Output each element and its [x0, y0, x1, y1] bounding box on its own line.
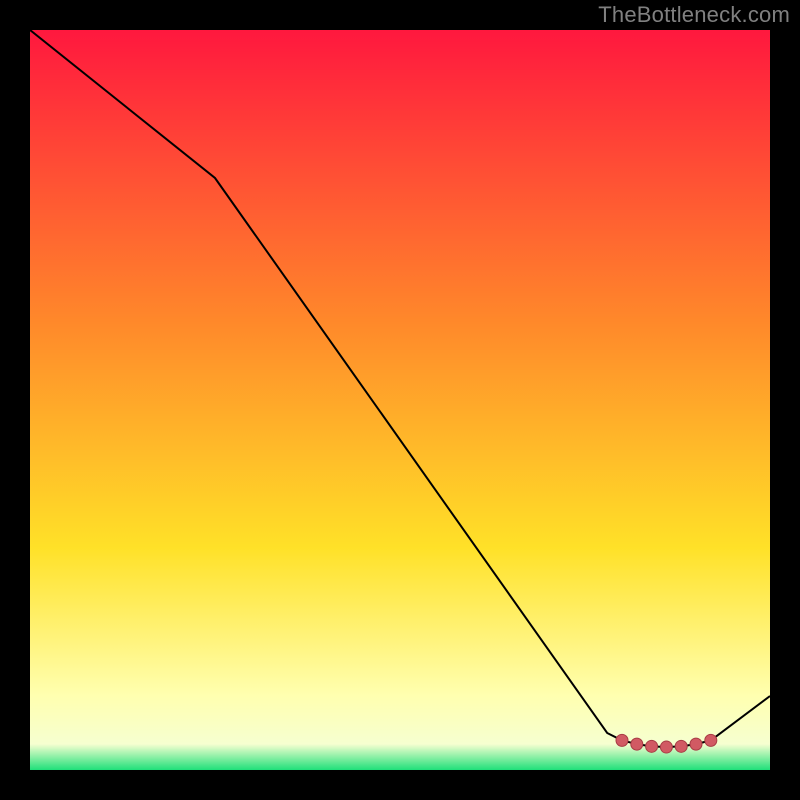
plot-area — [30, 30, 770, 770]
gradient-background — [30, 30, 770, 770]
chart-marker — [690, 738, 702, 750]
chart-svg — [30, 30, 770, 770]
chart-marker — [616, 734, 628, 746]
chart-marker — [705, 734, 717, 746]
chart-stage: TheBottleneck.com — [0, 0, 800, 800]
chart-marker — [646, 740, 658, 752]
chart-marker — [631, 738, 643, 750]
chart-marker — [675, 740, 687, 752]
watermark-text: TheBottleneck.com — [598, 2, 790, 28]
chart-marker — [660, 741, 672, 753]
